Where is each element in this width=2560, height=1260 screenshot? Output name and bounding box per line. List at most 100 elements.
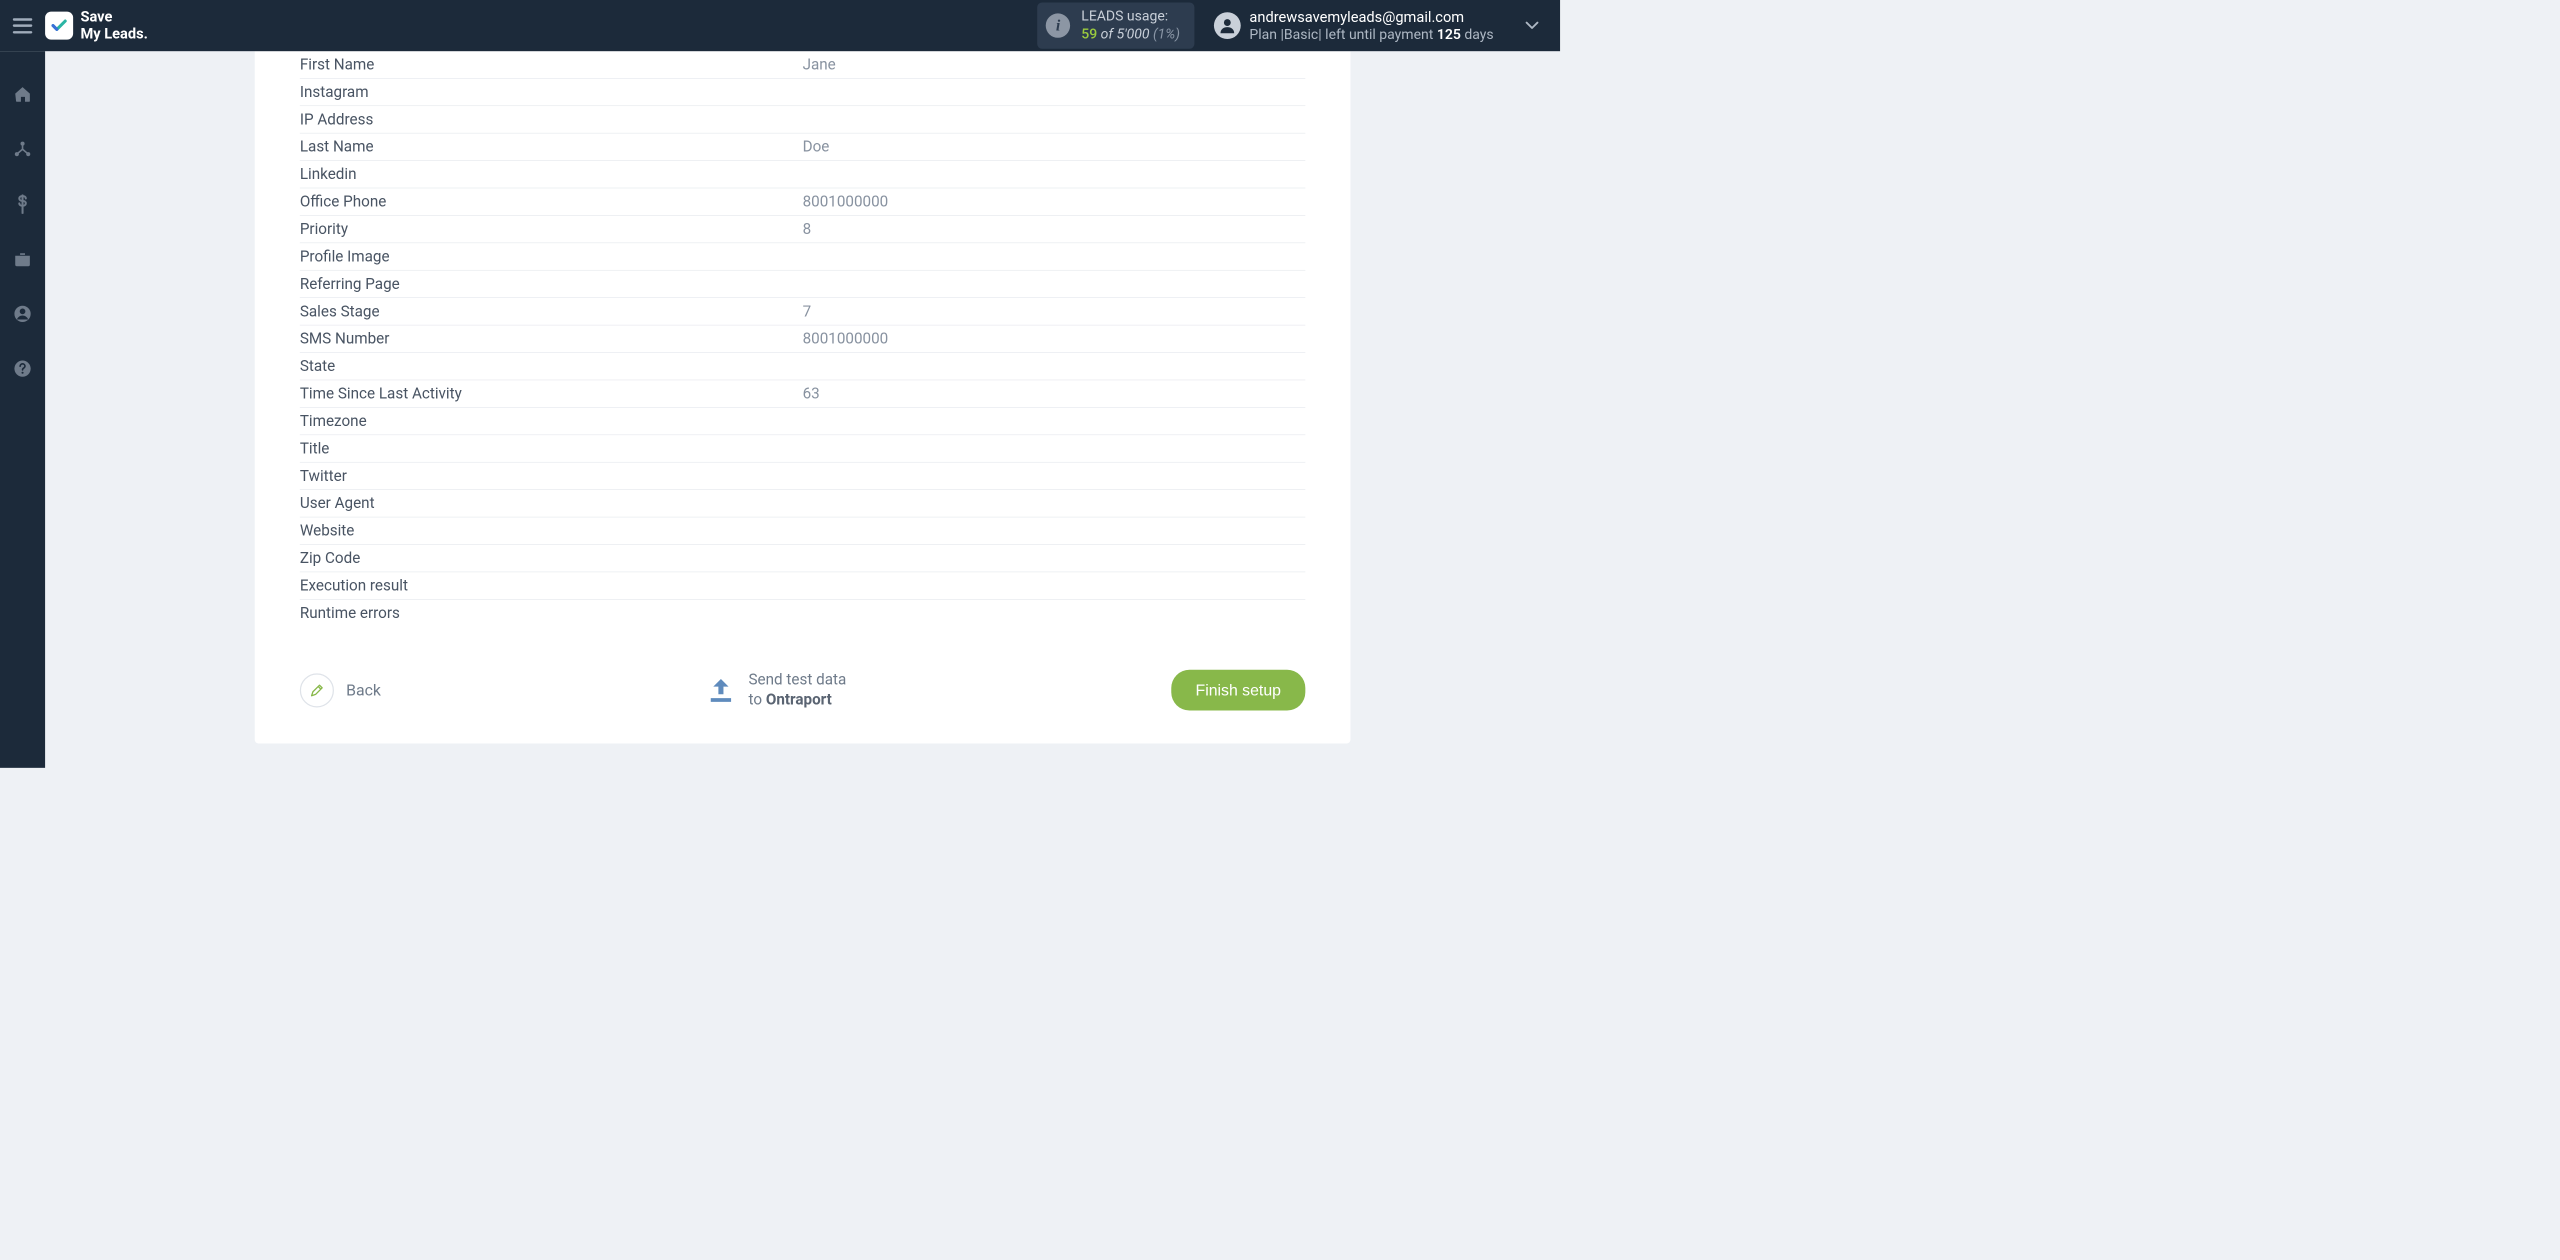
table-row: User Agent <box>300 490 1306 517</box>
sidebar-item-account[interactable] <box>0 297 45 330</box>
leads-values: 59 of 5'000 (1%) <box>1081 26 1180 44</box>
table-row: Profile Image <box>300 243 1306 270</box>
field-key: Runtime errors <box>300 601 803 626</box>
card: First NameJaneInstagramIP AddressLast Na… <box>255 51 1351 743</box>
field-key: Linkedin <box>300 162 803 187</box>
field-key: Instagram <box>300 80 803 105</box>
table-row: Referring Page <box>300 271 1306 298</box>
topbar: Save My Leads. i LEADS usage: 59 of 5'00… <box>0 0 1560 51</box>
field-key: Last Name <box>300 134 803 159</box>
field-key: Timezone <box>300 409 803 434</box>
chevron-down-icon[interactable] <box>1513 21 1539 30</box>
field-key: Time Since Last Activity <box>300 381 803 406</box>
plan-name: Basic <box>1284 26 1318 42</box>
field-value: 63 <box>803 381 1306 406</box>
field-key: Twitter <box>300 463 803 488</box>
brand-line2: My Leads. <box>80 26 147 43</box>
field-value <box>803 555 1306 562</box>
leads-used: 59 <box>1081 26 1097 42</box>
field-value: Doe <box>803 134 1306 159</box>
table-row: Linkedin <box>300 161 1306 188</box>
table-row: IP Address <box>300 106 1306 133</box>
topbar-right: i LEADS usage: 59 of 5'000 (1%) andrewsa… <box>1037 3 1538 49</box>
field-key: IP Address <box>300 107 803 132</box>
finish-setup-button[interactable]: Finish setup <box>1171 670 1305 711</box>
table-row: State <box>300 353 1306 380</box>
field-key: User Agent <box>300 491 803 516</box>
field-value: Jane <box>803 52 1306 77</box>
back-button[interactable]: Back <box>300 673 381 707</box>
sidebar-item-help[interactable] <box>0 352 45 385</box>
send-lines: Send test data to Ontraport <box>749 670 847 710</box>
plan-mid: | left until payment <box>1318 26 1437 42</box>
layout: First NameJaneInstagramIP AddressLast Na… <box>0 51 1560 768</box>
account-lines: andrewsavemyleads@gmail.com Plan |Basic|… <box>1249 8 1493 44</box>
field-key: Execution result <box>300 573 803 598</box>
table-row: Website <box>300 517 1306 544</box>
table-row: Priority8 <box>300 216 1306 243</box>
send-line1: Send test data <box>749 670 847 690</box>
field-table: First NameJaneInstagramIP AddressLast Na… <box>300 51 1306 627</box>
field-key: First Name <box>300 52 803 77</box>
table-row: First NameJane <box>300 51 1306 78</box>
field-key: Referring Page <box>300 271 803 296</box>
account[interactable]: andrewsavemyleads@gmail.com Plan |Basic|… <box>1214 8 1494 44</box>
upload-icon <box>706 675 736 705</box>
table-row: Sales Stage7 <box>300 298 1306 325</box>
field-value <box>803 363 1306 370</box>
leads-pct: (1%) <box>1150 26 1180 42</box>
leads-label: LEADS usage: <box>1081 8 1180 26</box>
field-value <box>803 280 1306 287</box>
field-key: Website <box>300 518 803 543</box>
table-row: Title <box>300 435 1306 462</box>
table-row: Office Phone8001000000 <box>300 188 1306 215</box>
main: First NameJaneInstagramIP AddressLast Na… <box>45 51 1560 768</box>
field-value <box>803 610 1306 617</box>
info-icon: i <box>1046 13 1070 37</box>
leads-usage[interactable]: i LEADS usage: 59 of 5'000 (1%) <box>1037 3 1194 49</box>
field-key: Title <box>300 436 803 461</box>
table-row: Zip Code <box>300 545 1306 572</box>
sidebar-item-home[interactable] <box>0 78 45 111</box>
plan-prefix: Plan | <box>1249 26 1284 42</box>
field-value <box>803 116 1306 123</box>
sidebar-item-connections[interactable] <box>0 133 45 166</box>
table-row: Runtime errors <box>300 600 1306 627</box>
logo[interactable]: Save My Leads. <box>45 9 148 43</box>
table-row: Time Since Last Activity63 <box>300 380 1306 407</box>
field-value <box>803 582 1306 589</box>
table-row: Timezone <box>300 408 1306 435</box>
field-value <box>803 417 1306 424</box>
hamburger-wrap <box>0 0 45 51</box>
table-row: Execution result <box>300 572 1306 599</box>
field-key: State <box>300 354 803 379</box>
table-row: SMS Number8001000000 <box>300 325 1306 352</box>
account-sub: Plan |Basic| left until payment 125 days <box>1249 26 1493 44</box>
plan-days: 125 <box>1437 26 1461 42</box>
hamburger-icon[interactable] <box>13 18 33 33</box>
leads-text: LEADS usage: 59 of 5'000 (1%) <box>1081 8 1180 43</box>
sidebar-item-billing[interactable] <box>0 188 45 221</box>
send-line2: to Ontraport <box>749 690 847 710</box>
field-value <box>803 253 1306 260</box>
leads-of: of <box>1097 26 1116 42</box>
send-prefix: to <box>749 691 766 709</box>
field-value <box>803 472 1306 479</box>
send-test-button[interactable]: Send test data to Ontraport <box>706 670 846 710</box>
field-key: SMS Number <box>300 326 803 351</box>
logo-text: Save My Leads. <box>80 9 147 43</box>
field-value <box>803 88 1306 95</box>
field-key: Zip Code <box>300 546 803 571</box>
send-target: Ontraport <box>766 691 832 709</box>
footer: Back Send test data to Ontraport Finish … <box>300 670 1306 711</box>
leads-total: 5'000 <box>1117 26 1150 42</box>
table-row: Twitter <box>300 463 1306 490</box>
table-row: Last NameDoe <box>300 133 1306 160</box>
sidebar <box>0 51 45 768</box>
sidebar-item-work[interactable] <box>0 243 45 276</box>
field-value <box>803 445 1306 452</box>
field-key: Sales Stage <box>300 299 803 324</box>
field-value <box>803 527 1306 534</box>
topbar-left: Save My Leads. <box>0 0 148 51</box>
field-key: Priority <box>300 217 803 242</box>
